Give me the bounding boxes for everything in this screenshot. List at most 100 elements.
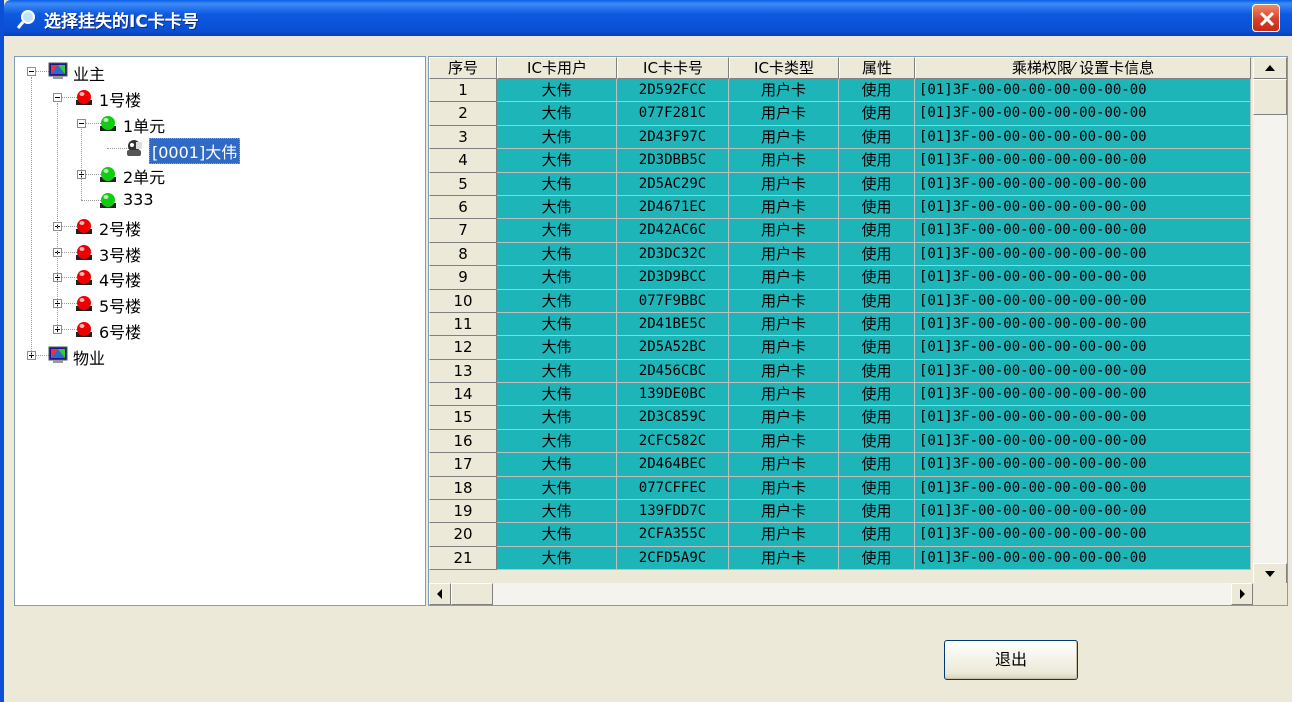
column-header[interactable]: 乘梯权限⁄ 设置卡信息: [915, 57, 1251, 79]
table-row[interactable]: 6 大伟 2D4671EC 用户卡 使用 [01]3F-00-00-00-00-00-00…: [429, 195, 1251, 220]
table-row[interactable]: 14 大伟 139DE0BC 用户卡 使用 [01]3F-00-00-00-00-00-0…: [429, 383, 1251, 407]
scroll-thumb-vertical[interactable]: [1253, 79, 1287, 115]
tree-node-label[interactable]: 2号楼: [99, 216, 141, 240]
tree-node-label[interactable]: 2单元: [123, 164, 165, 188]
table-row[interactable]: 8 大伟 2D3DC32C 用户卡 使用 [01]3F-00-00-00-00-00-00…: [429, 242, 1251, 267]
row-index-cell: 7: [429, 219, 497, 243]
table-row[interactable]: 12 大伟 2D5A52BC 用户卡 使用 [01]3F-00-00-00-00-00-0…: [429, 336, 1251, 360]
card-grid[interactable]: 序号 IC卡用户 IC卡卡号 IC卡类型 属性 乘梯权限⁄ 设置卡信息 1 大伟 2D592F…: [428, 56, 1288, 606]
scroll-down-button[interactable]: [1253, 563, 1287, 585]
horizontal-scrollbar[interactable]: [429, 583, 1253, 605]
vertical-scrollbar[interactable]: [1253, 57, 1287, 585]
tree-node-label[interactable]: 1单元: [123, 113, 165, 137]
table-cell: 大伟: [497, 195, 617, 220]
table-cell: 使用: [839, 476, 915, 501]
tree-node[interactable]: 1单元: [15, 111, 425, 137]
row-index-cell: 1: [429, 79, 497, 103]
column-header[interactable]: IC卡类型: [729, 57, 839, 79]
table-cell: 2D3DBB5C: [617, 149, 729, 173]
table-row[interactable]: 3 大伟 2D43F97C 用户卡 使用 [01]3F-00-00-00-00-00-00…: [429, 125, 1251, 150]
close-button[interactable]: [1252, 4, 1280, 32]
table-cell: [01]3F-00-00-00-00-00-00-00: [915, 546, 1251, 571]
tree-node[interactable]: 6号楼: [15, 317, 425, 343]
table-cell: 用户卡: [729, 523, 839, 547]
table-cell: 使用: [839, 102, 915, 126]
tree-node[interactable]: 3号楼: [15, 240, 425, 266]
column-header[interactable]: IC卡用户: [497, 57, 617, 79]
scroll-thumb-horizontal[interactable]: [451, 583, 493, 605]
table-row[interactable]: 21 大伟 2CFD5A9C 用户卡 使用 [01]3F-00-00-00-00-00-0…: [429, 546, 1251, 571]
tree-node-label[interactable]: 业主: [73, 61, 105, 85]
table-cell: 用户卡: [729, 336, 839, 360]
table-row[interactable]: 5 大伟 2D5AC29C 用户卡 使用 [01]3F-00-00-00-00-00-00…: [429, 172, 1251, 196]
column-header[interactable]: 序号: [429, 57, 497, 79]
tree-node-label[interactable]: 3号楼: [99, 242, 141, 266]
green-light-icon: [100, 167, 116, 183]
row-index-cell: 17: [429, 453, 497, 477]
exit-button[interactable]: 退出: [944, 640, 1078, 680]
tree-node[interactable]: 2单元: [15, 162, 425, 188]
table-cell: 使用: [839, 429, 915, 454]
table-row[interactable]: 11 大伟 2D41BE5C 用户卡 使用 [01]3F-00-00-00-00-00-0…: [429, 312, 1251, 337]
tree-node-label[interactable]: 4号楼: [99, 267, 141, 291]
tree-node[interactable]: 1号楼: [15, 85, 425, 111]
table-row[interactable]: 13 大伟 2D456CBC 用户卡 使用 [01]3F-00-00-00-00-00-0…: [429, 359, 1251, 384]
tree-node-label[interactable]: 物业: [73, 345, 105, 369]
collapse-icon[interactable]: [77, 118, 86, 128]
row-index-cell: 8: [429, 242, 497, 267]
table-cell: 大伟: [497, 523, 617, 547]
table-cell: 使用: [839, 195, 915, 220]
tree-node[interactable]: 物业: [15, 343, 425, 369]
table-cell: 2D42AC6C: [617, 219, 729, 243]
scroll-left-button[interactable]: [429, 583, 451, 605]
table-cell: 2D43F97C: [617, 125, 729, 150]
table-row[interactable]: 1 大伟 2D592FCC 用户卡 使用 [01]3F-00-00-00-00-00-00…: [429, 79, 1251, 103]
table-cell: [01]3F-00-00-00-00-00-00-00: [915, 429, 1251, 454]
tree-node-label[interactable]: 6号楼: [99, 319, 141, 343]
tree-node[interactable]: 2号楼: [15, 214, 425, 240]
table-cell: 大伟: [497, 429, 617, 454]
table-cell: 使用: [839, 523, 915, 547]
table-row[interactable]: 7 大伟 2D42AC6C 用户卡 使用 [01]3F-00-00-00-00-00-00…: [429, 219, 1251, 243]
arrow-left-icon: [437, 589, 442, 599]
table-row[interactable]: 10 大伟 077F9BBC 用户卡 使用 [01]3F-00-00-00-00-00-0…: [429, 289, 1251, 313]
table-cell: 077F9BBC: [617, 289, 729, 313]
table-row[interactable]: 19 大伟 139FDD7C 用户卡 使用 [01]3F-00-00-00-00-00-0…: [429, 500, 1251, 524]
table-row[interactable]: 9 大伟 2D3D9BCC 用户卡 使用 [01]3F-00-00-00-00-00-00…: [429, 266, 1251, 290]
table-cell: [01]3F-00-00-00-00-00-00-00: [915, 500, 1251, 524]
collapse-icon[interactable]: [53, 92, 62, 102]
table-cell: 2D592FCC: [617, 79, 729, 103]
tree-node[interactable]: 333: [15, 188, 425, 212]
table-row[interactable]: 17 大伟 2D464BEC 用户卡 使用 [01]3F-00-00-00-00-00-0…: [429, 453, 1251, 477]
table-row[interactable]: 15 大伟 2D3C859C 用户卡 使用 [01]3F-00-00-00-00-00-0…: [429, 406, 1251, 430]
table-cell: 使用: [839, 500, 915, 524]
tree-node-label[interactable]: 333: [123, 190, 154, 209]
arrow-up-icon: [1265, 65, 1275, 71]
tree-node-label[interactable]: [0001]大伟: [149, 138, 241, 165]
scroll-up-button[interactable]: [1253, 57, 1287, 79]
table-cell: 大伟: [497, 336, 617, 360]
building-tree[interactable]: 业主 1号楼 1单元 [0001]大伟 2单元 333 2号楼 3号楼 4号楼 5号楼 6号楼 物业: [14, 56, 426, 606]
tree-node-label[interactable]: 1号楼: [99, 87, 141, 111]
table-cell: 139DE0BC: [617, 383, 729, 407]
tree-node[interactable]: 4号楼: [15, 265, 425, 291]
tree-node[interactable]: 业主: [15, 59, 425, 85]
table-row[interactable]: 4 大伟 2D3DBB5C 用户卡 使用 [01]3F-00-00-00-00-00-00…: [429, 149, 1251, 173]
scroll-right-button[interactable]: [1231, 583, 1253, 605]
title-bar[interactable]: 选择挂失的IC卡卡号: [4, 0, 1292, 36]
collapse-icon[interactable]: [27, 67, 36, 76]
tree-node[interactable]: [0001]大伟: [15, 136, 425, 165]
table-row[interactable]: 16 大伟 2CFC582C 用户卡 使用 [01]3F-00-00-00-00-00-0…: [429, 429, 1251, 454]
tree-guide-line: [81, 128, 82, 200]
tree-node[interactable]: 5号楼: [15, 291, 425, 317]
table-row[interactable]: 20 大伟 2CFA355C 用户卡 使用 [01]3F-00-00-00-00-00-0…: [429, 523, 1251, 547]
table-row[interactable]: 18 大伟 077CFFEC 用户卡 使用 [01]3F-00-00-00-00-00-0…: [429, 476, 1251, 501]
column-header[interactable]: IC卡卡号: [617, 57, 729, 79]
table-cell: 077CFFEC: [617, 476, 729, 501]
table-row[interactable]: 2 大伟 077F281C 用户卡 使用 [01]3F-00-00-00-00-00-00…: [429, 102, 1251, 126]
table-cell: 大伟: [497, 383, 617, 407]
table-cell: 2D5A52BC: [617, 336, 729, 360]
row-index-cell: 6: [429, 195, 497, 220]
tree-node-label[interactable]: 5号楼: [99, 293, 141, 317]
column-header[interactable]: 属性: [839, 57, 915, 79]
